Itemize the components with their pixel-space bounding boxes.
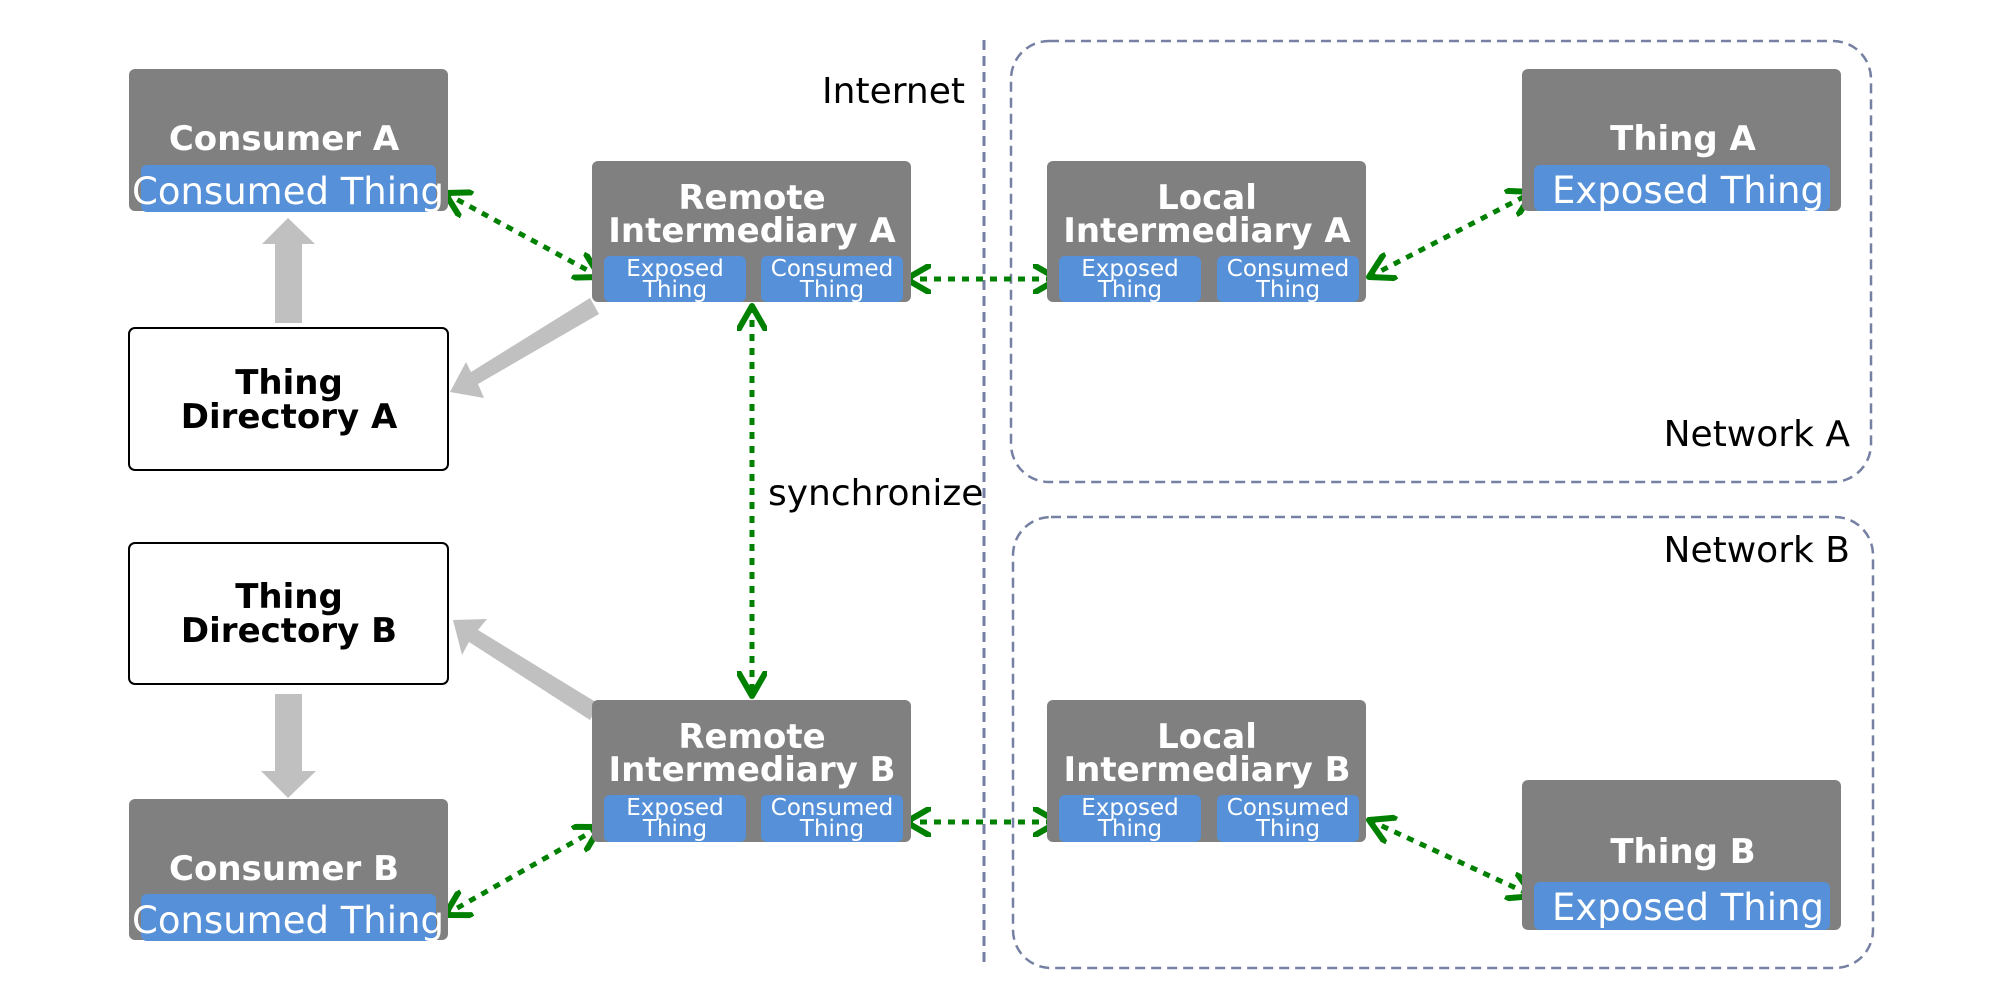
thing-directory-a-node[interactable]: Thing Directory A: [128, 327, 449, 471]
internet-label: Internet: [822, 71, 965, 112]
thing-a-node[interactable]: Thing A Exposed Thing: [1522, 69, 1841, 212]
register-arrow-a-icon: [450, 298, 599, 398]
wot-intermediary-diagram: Internet Network A Network B synchronize…: [128, 39, 1875, 970]
discovery-arrow-up-icon: [262, 218, 315, 323]
local-intermediary-b-node[interactable]: Local Intermediary B Exposed Thing Consu…: [1047, 700, 1366, 842]
consumer-b-title: Consumer B: [169, 849, 399, 889]
remote-b-consumed-l2: Thing: [799, 816, 864, 842]
link-local-a-thing-a: [1369, 192, 1533, 277]
thing-a-title: Thing A: [1610, 119, 1756, 159]
local-b-exposed-l2: Thing: [1097, 816, 1162, 842]
network-a-label: Network A: [1664, 414, 1851, 455]
consumer-a-title: Consumer A: [169, 119, 400, 159]
remote-intermediary-b-node[interactable]: Remote Intermediary B Exposed Thing Cons…: [592, 700, 911, 842]
link-consumer-b-remote-b: [445, 827, 600, 915]
local-intermediary-a-node[interactable]: Local Intermediary A Exposed Thing Consu…: [1047, 161, 1366, 303]
directory-b-line2: Directory B: [181, 611, 397, 651]
local-b-line2: Intermediary B: [1063, 750, 1350, 790]
thing-directory-b-node[interactable]: Thing Directory B: [128, 542, 449, 685]
synchronize-label: synchronize: [768, 473, 983, 514]
thing-b-node[interactable]: Thing B Exposed Thing: [1522, 780, 1841, 930]
link-local-b-thing-b: [1369, 820, 1533, 896]
consumer-b-sub-label: Consumed Thing: [132, 899, 444, 942]
thing-b-title: Thing B: [1610, 832, 1755, 872]
register-arrow-b-icon: [453, 619, 599, 720]
remote-b-exposed-l2: Thing: [642, 816, 707, 842]
local-a-line2: Intermediary A: [1063, 211, 1351, 251]
local-a-exposed-l2: Thing: [1097, 277, 1162, 303]
thing-b-sub-label: Exposed Thing: [1552, 886, 1824, 929]
remote-intermediary-a-node[interactable]: Remote Intermediary A Exposed Thing Cons…: [592, 161, 911, 303]
link-consumer-a-remote-a: [445, 193, 600, 277]
remote-a-consumed-l2: Thing: [799, 277, 864, 303]
consumer-a-node[interactable]: Consumer A Consumed Thing: [129, 69, 448, 213]
network-b-label: Network B: [1664, 530, 1850, 571]
remote-a-exposed-l2: Thing: [642, 277, 707, 303]
local-a-consumed-l2: Thing: [1255, 277, 1320, 303]
directory-a-line2: Directory A: [181, 397, 398, 437]
local-b-consumed-l2: Thing: [1255, 816, 1320, 842]
remote-a-line2: Intermediary A: [608, 211, 896, 251]
discovery-arrow-down-icon: [261, 694, 316, 798]
consumer-b-node[interactable]: Consumer B Consumed Thing: [129, 799, 448, 942]
remote-b-line2: Intermediary B: [608, 750, 895, 790]
thing-a-sub-label: Exposed Thing: [1552, 169, 1824, 212]
consumer-a-sub-label: Consumed Thing: [132, 170, 444, 213]
